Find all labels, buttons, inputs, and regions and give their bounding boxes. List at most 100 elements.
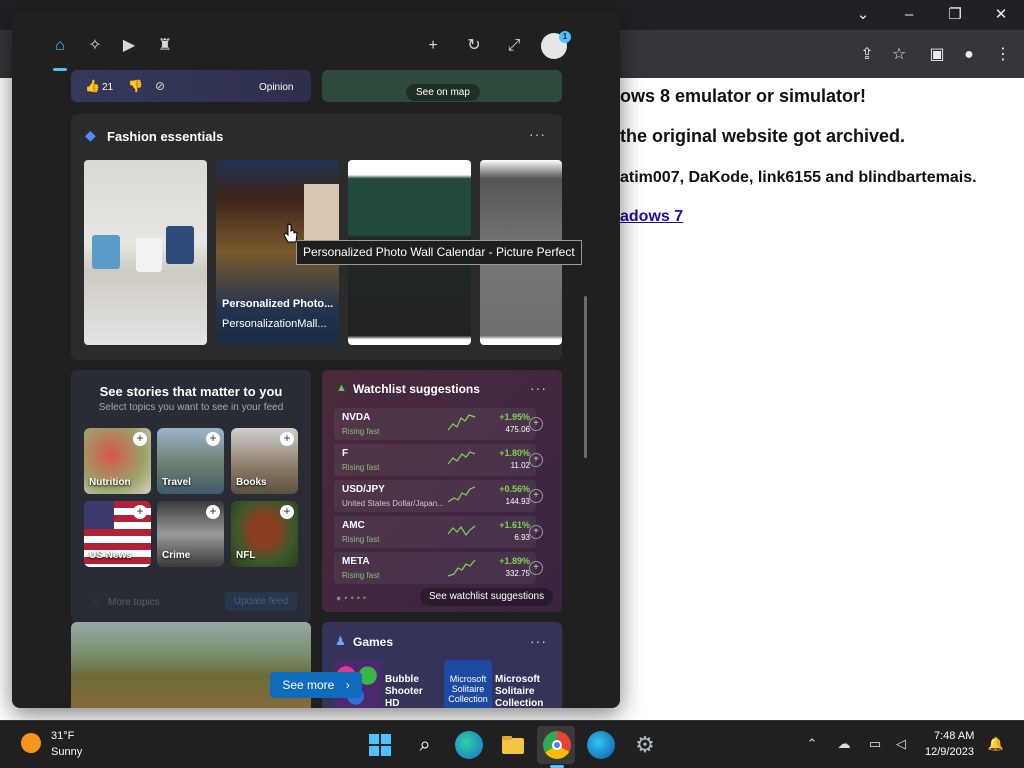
topic-books[interactable]: + Books xyxy=(231,428,298,494)
topic-label: US News xyxy=(89,550,132,561)
topic-crime[interactable]: + Crime xyxy=(157,501,224,567)
stock-price: 144.93 xyxy=(505,497,530,506)
profile-icon[interactable]: ● xyxy=(958,44,980,66)
onedrive-icon[interactable]: ☁ xyxy=(835,735,853,753)
add-topic-icon[interactable]: + xyxy=(133,432,147,446)
see-on-map-button[interactable]: See on map xyxy=(406,84,480,101)
stock-row-meta[interactable]: META Rising fast +1.89% 332.75 xyxy=(334,552,536,584)
topic-nfl[interactable]: + NFL xyxy=(231,501,298,567)
dislike-icon[interactable]: 👎 xyxy=(128,79,143,93)
weather-desc[interactable]: Sunny xyxy=(51,746,82,758)
flag-canton xyxy=(84,501,114,529)
opinion-card[interactable]: 👍 21 👎 ⊘ Opinion xyxy=(71,70,311,102)
share-icon[interactable]: ⇪ xyxy=(856,44,878,66)
more-options-icon[interactable]: ··· xyxy=(529,126,546,142)
like-count: 21 xyxy=(102,82,114,93)
hide-icon[interactable]: ⊘ xyxy=(155,79,165,93)
home-icon[interactable]: ⌂ xyxy=(48,34,72,58)
topic-travel[interactable]: + Travel xyxy=(157,428,224,494)
tab-search-icon[interactable]: ⌄ xyxy=(852,4,874,26)
edge-icon[interactable] xyxy=(587,731,615,759)
topic-label: Nutrition xyxy=(89,477,131,488)
tag-icon: ◆ xyxy=(85,127,96,143)
opinion-label: Opinion xyxy=(259,82,294,93)
add-topic-icon[interactable]: + xyxy=(280,505,294,519)
pagination-dots[interactable]: ●•••• xyxy=(336,593,369,603)
edge-beta-icon[interactable] xyxy=(455,731,483,759)
restore-icon[interactable]: ❐ xyxy=(944,4,966,26)
watchlist-card: ▲ Watchlist suggestions ··· NVDA Rising … xyxy=(322,370,562,612)
add-stock-icon[interactable]: + xyxy=(529,453,543,467)
watchlist-title: Watchlist suggestions xyxy=(353,382,480,396)
sparkline-icon xyxy=(448,414,476,431)
more-topics-link[interactable]: More topics xyxy=(108,597,160,608)
stock-symbol: F xyxy=(342,448,349,459)
add-stock-icon[interactable]: + xyxy=(529,525,543,539)
product-tile-mugs[interactable] xyxy=(84,160,207,345)
game-name[interactable]: Microsoft Solitaire Collection xyxy=(495,674,557,708)
clock-date[interactable]: 12/9/2023 xyxy=(925,746,974,758)
expand-icon[interactable]: ⤢ xyxy=(502,34,526,58)
chrome-icon[interactable] xyxy=(543,731,571,759)
video-icon[interactable]: ▶ xyxy=(117,34,141,58)
minimize-icon[interactable]: – xyxy=(898,4,920,26)
stock-row-amc[interactable]: AMC Rising fast +1.61% 6.93 xyxy=(334,516,536,548)
see-more-label: See more xyxy=(282,678,335,692)
bookmark-star-icon[interactable]: ☆ xyxy=(888,44,910,66)
close-icon[interactable]: ✕ xyxy=(990,4,1012,26)
hand-cursor-icon xyxy=(283,223,298,243)
game-name[interactable]: Bubble Shooter HD xyxy=(385,674,439,708)
sparkline-icon xyxy=(448,486,476,503)
like-icon[interactable]: 👍 xyxy=(85,79,100,93)
add-topic-icon[interactable]: + xyxy=(280,432,294,446)
refresh-icon[interactable]: ↻ xyxy=(462,34,486,58)
file-explorer-icon[interactable] xyxy=(499,731,527,759)
page-link[interactable]: adows 7 xyxy=(620,208,683,226)
sun-icon[interactable] xyxy=(21,733,41,753)
stock-subtitle: Rising fast xyxy=(342,535,380,544)
add-widget-icon[interactable]: + xyxy=(421,34,445,58)
menu-kebab-icon[interactable]: ⋮ xyxy=(992,44,1014,66)
update-feed-button[interactable]: Update feed xyxy=(225,592,297,611)
stock-price: 475.06 xyxy=(505,425,530,434)
more-options-icon[interactable]: ··· xyxy=(530,633,547,649)
add-topic-icon[interactable]: + xyxy=(206,505,220,519)
topics-card: See stories that matter to you Select to… xyxy=(71,370,311,622)
stock-row-nvda[interactable]: NVDA Rising fast +1.95% 475.06 xyxy=(334,408,536,440)
settings-gear-icon[interactable]: ⚙ xyxy=(631,731,659,759)
stock-change: +1.89% xyxy=(499,556,530,566)
games-title: Games xyxy=(353,635,394,649)
start-icon[interactable] xyxy=(366,731,394,759)
favorites-icon[interactable]: ✧ xyxy=(83,34,107,58)
stock-symbol: USD/JPY xyxy=(342,484,385,495)
notification-bell-icon[interactable]: 🔔 xyxy=(987,735,1005,753)
see-watchlist-suggestions-button[interactable]: See watchlist suggestions xyxy=(420,588,554,606)
solitaire-thumbnail[interactable]: Microsoft Solitaire Collection xyxy=(444,660,492,708)
add-topic-icon[interactable]: + xyxy=(206,432,220,446)
topic-label: NFL xyxy=(236,550,256,561)
stock-subtitle: Rising fast xyxy=(342,571,380,580)
add-stock-icon[interactable]: + xyxy=(529,489,543,503)
apps-icon[interactable]: ♜ xyxy=(153,34,177,58)
more-options-icon[interactable]: ··· xyxy=(530,380,547,396)
add-topic-icon[interactable]: + xyxy=(133,505,147,519)
map-card[interactable]: See on map xyxy=(322,70,562,102)
stock-row-usdjpy[interactable]: USD/JPY United States Dollar/Japan... +0… xyxy=(334,480,536,512)
search-icon[interactable]: ⌕ xyxy=(411,731,439,759)
add-stock-icon[interactable]: + xyxy=(529,417,543,431)
add-stock-icon[interactable]: + xyxy=(529,561,543,575)
weather-temp[interactable]: 31°F xyxy=(51,730,74,742)
trending-icon: ▲ xyxy=(336,382,347,394)
network-icon[interactable]: ▭ xyxy=(866,735,884,753)
scrollbar[interactable] xyxy=(584,296,587,458)
volume-muted-icon[interactable]: ◁ xyxy=(892,735,910,753)
topic-us-news[interactable]: + US News xyxy=(84,501,151,567)
clock-time[interactable]: 7:48 AM xyxy=(934,730,974,742)
side-panel-icon[interactable]: ▣ xyxy=(926,44,948,66)
stock-symbol: NVDA xyxy=(342,412,371,423)
chevron-up-icon[interactable]: ⌃ xyxy=(803,735,821,753)
taskbar: 31°F Sunny ⌕ ⚙ ⌃ ☁ ▭ ◁ 7:48 AM 12/9/2023… xyxy=(0,720,1024,768)
stock-row-f[interactable]: F Rising fast +1.80% 11.02 xyxy=(334,444,536,476)
see-more-button[interactable]: See more › xyxy=(270,672,362,698)
topic-nutrition[interactable]: + Nutrition xyxy=(84,428,151,494)
